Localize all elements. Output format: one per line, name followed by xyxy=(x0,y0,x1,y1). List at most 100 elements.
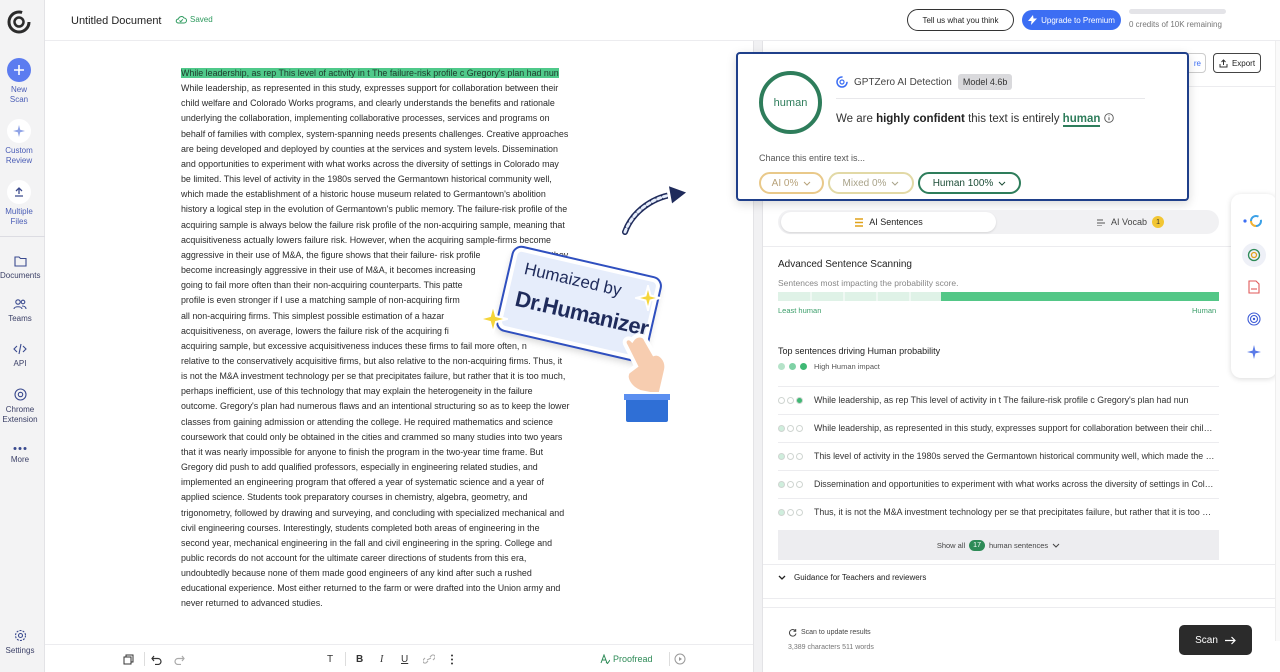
toolbar-divider xyxy=(144,652,145,666)
human-percent-pill[interactable]: Human 100% xyxy=(918,172,1021,194)
lightning-icon xyxy=(1028,15,1038,25)
floating-toolbar xyxy=(1231,194,1277,378)
sentence-row[interactable]: While leadership, as represented in this… xyxy=(778,414,1219,441)
upload-icon xyxy=(7,180,31,204)
folder-icon xyxy=(13,256,27,267)
probability-bar xyxy=(778,292,1219,301)
mixed-percent-label: Mixed 0% xyxy=(842,177,887,189)
sparkle-icon xyxy=(7,119,31,143)
document-line: trigonometry, followed by drawing and su… xyxy=(181,507,565,518)
undo-icon[interactable] xyxy=(151,654,162,665)
chance-label: Chance this entire text is... xyxy=(759,153,866,163)
card-divider xyxy=(836,98,1145,99)
chrome-label-1: Chrome xyxy=(5,405,35,414)
feedback-button[interactable]: Tell us what you think xyxy=(907,9,1014,31)
gptzero-logo-icon[interactable] xyxy=(6,9,32,35)
custom-review-button[interactable]: Custom Review xyxy=(0,119,38,166)
conf-human-word: human xyxy=(1062,113,1101,127)
show-all-suffix: human sentences xyxy=(988,540,1049,550)
toolbar-divider xyxy=(669,652,670,666)
spiral-icon[interactable] xyxy=(1247,312,1261,326)
underline-icon[interactable]: U xyxy=(401,654,408,665)
scan-button[interactable]: Scan xyxy=(1179,625,1252,655)
saved-label: Saved xyxy=(190,15,213,24)
bold-icon[interactable]: B xyxy=(356,654,363,665)
proofread-button[interactable]: Proofread xyxy=(600,654,653,664)
ai-percent-pill[interactable]: AI 0% xyxy=(759,172,824,194)
gptzero-mini-icon[interactable] xyxy=(1242,214,1264,228)
scanning-subtitle: Sentences most impacting the probability… xyxy=(778,278,959,288)
document-line: second year, mechanical engineering in t… xyxy=(181,537,553,548)
scan-update-label: Scan to update results xyxy=(801,629,871,636)
text-style-icon[interactable]: T xyxy=(327,654,333,665)
sparkle-icon[interactable] xyxy=(1247,345,1261,359)
custom-review-label-2: Review xyxy=(5,156,33,165)
character-word-count: 3,389 characters 511 words xyxy=(788,644,874,651)
redo-icon[interactable] xyxy=(174,654,185,665)
target-button[interactable] xyxy=(1242,243,1266,267)
tab-ai-vocab-label: AI Vocab xyxy=(1110,217,1148,227)
sentence-row[interactable]: While leadership, as rep This level of a… xyxy=(778,386,1219,413)
upgrade-premium-button[interactable]: Upgrade to Premium xyxy=(1022,10,1121,30)
mixed-percent-pill[interactable]: Mixed 0% xyxy=(828,172,914,194)
tab-ai-sentences[interactable]: AI Sentences xyxy=(781,212,996,232)
sentence-row[interactable]: Thus, it is not the M&A investment techn… xyxy=(778,498,1219,525)
plus-icon xyxy=(7,58,31,82)
document-line: child welfare and Colorado Works program… xyxy=(181,98,555,109)
export-icon xyxy=(1219,58,1228,67)
show-all-button[interactable]: Show all 17 human sentences xyxy=(778,530,1219,560)
document-title[interactable]: Untitled Document xyxy=(71,15,162,27)
scan-update-hint: Scan to update results xyxy=(788,628,871,637)
scrollbar[interactable] xyxy=(1275,41,1280,641)
more-label: More xyxy=(10,455,30,464)
document-line: never returned to advanced studies. xyxy=(181,598,323,609)
star-icon xyxy=(478,304,508,334)
least-human-label: Least human xyxy=(778,306,822,315)
impact-dot xyxy=(778,508,785,516)
sentence-row[interactable]: This level of activity in the 1980s serv… xyxy=(778,442,1219,469)
document-line: While leadership, as represented in this… xyxy=(181,83,559,94)
multiple-files-label-2: Files xyxy=(10,217,28,226)
sidebar-item-settings[interactable]: Settings xyxy=(0,629,40,656)
highlighted-sentence: While leadership, as rep This level of a… xyxy=(181,66,617,81)
upgrade-premium-label: Upgrade to Premium xyxy=(1041,15,1115,25)
tab-ai-vocab[interactable]: AI Vocab 1 xyxy=(1070,212,1190,232)
sidebar-item-more[interactable]: More xyxy=(0,446,40,465)
document-line: perhaps inefficient, use of this technol… xyxy=(181,386,533,397)
multiple-files-button[interactable]: Multiple Files xyxy=(0,180,38,227)
italic-icon[interactable]: I xyxy=(380,654,383,665)
document-line: outcome. Gregory's plan had numerous fla… xyxy=(181,401,570,412)
sidebar-item-chrome-extension[interactable]: Chrome Extension xyxy=(0,388,40,425)
document-line: is not the M&A investment technology per… xyxy=(181,371,566,382)
impact-dot xyxy=(787,480,794,488)
sidebar-item-api[interactable]: API xyxy=(0,343,40,369)
proofread-icon xyxy=(600,654,610,664)
document-line: coursework that could only be obtained i… xyxy=(181,431,563,442)
impact-dot xyxy=(796,508,803,516)
chrome-label-2: Extension xyxy=(2,415,38,424)
guidance-toggle[interactable]: Guidance for Teachers and reviewers xyxy=(778,573,926,582)
sentence-row[interactable]: Dissemination and opportunities to exper… xyxy=(778,470,1219,497)
document-line: relative to the conservatively acquisiti… xyxy=(181,355,563,366)
link-icon[interactable] xyxy=(423,654,435,664)
document-line: acquisitiveness actually lowers failure … xyxy=(181,234,551,245)
settings-label: Settings xyxy=(5,646,35,655)
chevron-down-icon xyxy=(998,181,1006,186)
new-scan-button[interactable]: New Scan xyxy=(0,58,38,105)
vocab-count-badge: 1 xyxy=(1152,216,1165,228)
detection-title: GPTZero AI Detection Model 4.6b xyxy=(836,74,1013,90)
conf-mid: this text is entirely xyxy=(964,113,1063,125)
sidebar-item-documents[interactable]: Documents xyxy=(0,255,40,281)
impact-dot xyxy=(789,363,796,370)
copy-icon[interactable] xyxy=(123,654,134,665)
sidebar-item-teams[interactable]: Teams xyxy=(0,298,40,324)
impact-dot xyxy=(778,452,785,460)
document-line: undoubtedly because none of them made go… xyxy=(181,568,532,579)
more-vertical-icon[interactable] xyxy=(450,654,454,665)
info-icon[interactable] xyxy=(1103,113,1114,123)
export-button[interactable]: Export xyxy=(1213,53,1261,73)
impact-dot xyxy=(796,452,803,460)
saved-status: Saved xyxy=(175,15,213,24)
play-icon[interactable] xyxy=(674,653,686,665)
pdf-icon[interactable] xyxy=(1248,280,1260,294)
